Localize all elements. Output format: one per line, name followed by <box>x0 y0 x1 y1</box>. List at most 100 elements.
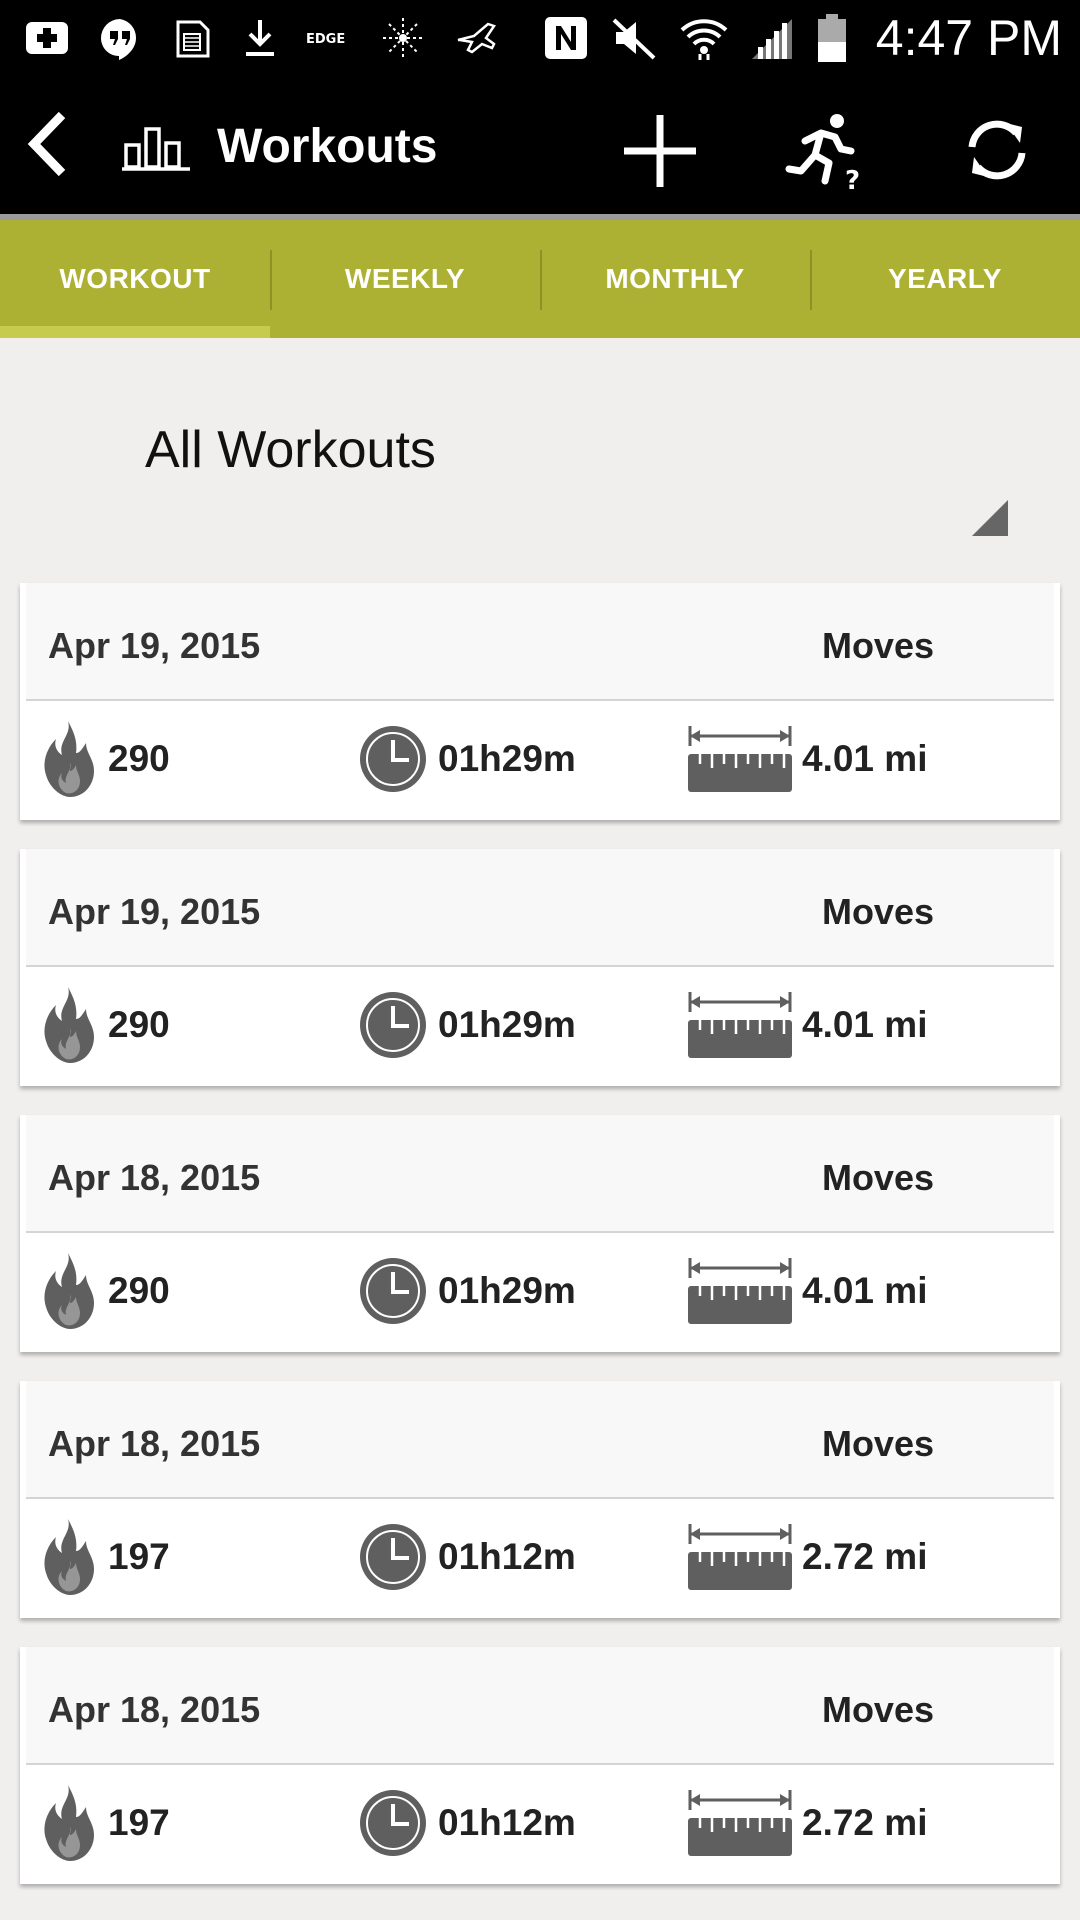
status-bar: EDGE 4:47 PM <box>0 0 1080 75</box>
calories-value: 290 <box>108 1004 170 1045</box>
sd-card-icon <box>170 16 214 60</box>
clock-icon <box>360 726 426 792</box>
add-workout-button[interactable] <box>620 111 700 191</box>
plus-icon <box>624 115 696 187</box>
bar-chart-icon[interactable] <box>122 125 190 171</box>
distance-value: 2.72 mi <box>802 1802 928 1843</box>
tab-yearly[interactable]: YEARLY <box>810 220 1080 338</box>
workout-card-body: 197 01h12m 2.72 mi <box>20 1499 1060 1616</box>
back-button[interactable] <box>24 109 74 179</box>
sync-button[interactable] <box>960 113 1034 187</box>
distance-value: 4.01 mi <box>802 1004 928 1045</box>
clock-icon <box>360 1524 426 1590</box>
workout-card-header: Apr 18, 2015 Moves <box>26 1115 1054 1233</box>
signal-icon <box>750 15 796 61</box>
tab-workout[interactable]: WORKOUT <box>0 220 270 338</box>
workout-card-header: Apr 19, 2015 Moves <box>26 583 1054 701</box>
duration-stat: 01h29m <box>358 719 576 799</box>
ruler-icon <box>688 726 792 792</box>
activity-help-button[interactable]: ? <box>785 111 865 196</box>
status-time: 4:47 PM <box>875 9 1062 66</box>
calories-value: 290 <box>108 738 170 779</box>
calories-value: 197 <box>108 1536 170 1577</box>
workout-date: Apr 19, 2015 <box>48 891 261 932</box>
hangouts-icon <box>98 16 142 60</box>
workout-card-body: 290 01h29m 4.01 mi <box>20 1233 1060 1350</box>
workout-card[interactable]: Apr 19, 2015 Moves 290 01h29m 4.01 mi <box>20 583 1060 820</box>
duration-value: 01h29m <box>438 738 576 779</box>
runner-icon: ? <box>785 114 860 196</box>
distance-stat: 4.01 mi <box>686 985 927 1065</box>
flame-icon <box>44 1253 94 1329</box>
duration-stat: 01h29m <box>358 985 576 1065</box>
tab-weekly[interactable]: WEEKLY <box>270 220 540 338</box>
calories-stat: 290 <box>42 1251 170 1331</box>
calories-value: 290 <box>108 1270 170 1311</box>
nfc-icon <box>542 14 590 62</box>
distance-value: 2.72 mi <box>802 1536 928 1577</box>
tab-monthly[interactable]: MONTHLY <box>540 220 810 338</box>
workout-card[interactable]: Apr 19, 2015 Moves 290 01h29m 4.01 mi <box>20 849 1060 1086</box>
distance-stat: 2.72 mi <box>686 1517 927 1597</box>
download-icon <box>242 16 278 60</box>
sparkle-icon <box>380 15 426 61</box>
calories-stat: 197 <box>42 1783 170 1863</box>
workout-card-body: 290 01h29m 4.01 mi <box>20 701 1060 818</box>
wifi-icon <box>678 14 730 62</box>
duration-value: 01h29m <box>438 1270 576 1311</box>
ruler-icon <box>688 1258 792 1324</box>
chevron-left-icon <box>27 111 66 177</box>
dropdown-triangle-icon <box>972 500 1008 536</box>
distance-stat: 4.01 mi <box>686 1251 927 1331</box>
distance-value: 4.01 mi <box>802 738 928 779</box>
period-tabs: WORKOUT WEEKLY MONTHLY YEARLY <box>0 220 1080 338</box>
calories-stat: 290 <box>42 985 170 1065</box>
svg-text:EDGE: EDGE <box>306 32 345 47</box>
filter-selected-value: All Workouts <box>145 421 436 479</box>
battery-icon <box>816 12 848 64</box>
workout-source: Moves <box>821 1157 934 1198</box>
flame-icon <box>44 721 94 797</box>
calories-stat: 197 <box>42 1517 170 1597</box>
workout-source: Moves <box>821 1689 934 1730</box>
flame-icon <box>44 1785 94 1861</box>
duration-stat: 01h12m <box>358 1783 576 1863</box>
duration-stat: 01h12m <box>358 1517 576 1597</box>
workout-card[interactable]: Apr 18, 2015 Moves 290 01h29m 4.01 mi <box>20 1115 1060 1352</box>
app-bar: Workouts ? <box>0 75 1080 214</box>
duration-value: 01h29m <box>438 1004 576 1045</box>
workout-card-header: Apr 19, 2015 Moves <box>26 849 1054 967</box>
ruler-icon <box>688 992 792 1058</box>
duration-stat: 01h29m <box>358 1251 576 1331</box>
workout-card-body: 197 01h12m 2.72 mi <box>20 1765 1060 1882</box>
workout-source: Moves <box>821 625 934 666</box>
distance-stat: 2.72 mi <box>686 1783 927 1863</box>
add-notification-icon <box>24 18 70 58</box>
duration-value: 01h12m <box>438 1802 576 1843</box>
edge-network-icon: EDGE <box>306 23 352 53</box>
duration-value: 01h12m <box>438 1536 576 1577</box>
workout-source: Moves <box>821 1423 934 1464</box>
calories-stat: 290 <box>42 719 170 799</box>
workout-filter-dropdown[interactable]: All Workouts <box>0 338 1080 583</box>
workout-card[interactable]: Apr 18, 2015 Moves 197 01h12m 2.72 mi <box>20 1381 1060 1618</box>
workout-card-body: 290 01h29m 4.01 mi <box>20 967 1060 1084</box>
workout-card-header: Apr 18, 2015 Moves <box>26 1647 1054 1765</box>
calories-value: 197 <box>108 1802 170 1843</box>
flame-icon <box>44 1519 94 1595</box>
ruler-icon <box>688 1524 792 1590</box>
page-title: Workouts <box>217 120 438 173</box>
workout-card[interactable]: Apr 18, 2015 Moves 197 01h12m 2.72 mi <box>20 1647 1060 1884</box>
workout-list: Apr 19, 2015 Moves 290 01h29m 4.01 mi Ap… <box>20 583 1060 1913</box>
refresh-icon <box>968 120 1026 180</box>
mute-icon <box>610 14 658 62</box>
flame-icon <box>44 987 94 1063</box>
clock-icon <box>360 1258 426 1324</box>
workout-date: Apr 18, 2015 <box>48 1423 261 1464</box>
clock-icon <box>360 992 426 1058</box>
clock-icon <box>360 1790 426 1856</box>
svg-text:?: ? <box>845 166 860 191</box>
ruler-icon <box>688 1790 792 1856</box>
distance-stat: 4.01 mi <box>686 719 927 799</box>
workout-date: Apr 18, 2015 <box>48 1689 261 1730</box>
